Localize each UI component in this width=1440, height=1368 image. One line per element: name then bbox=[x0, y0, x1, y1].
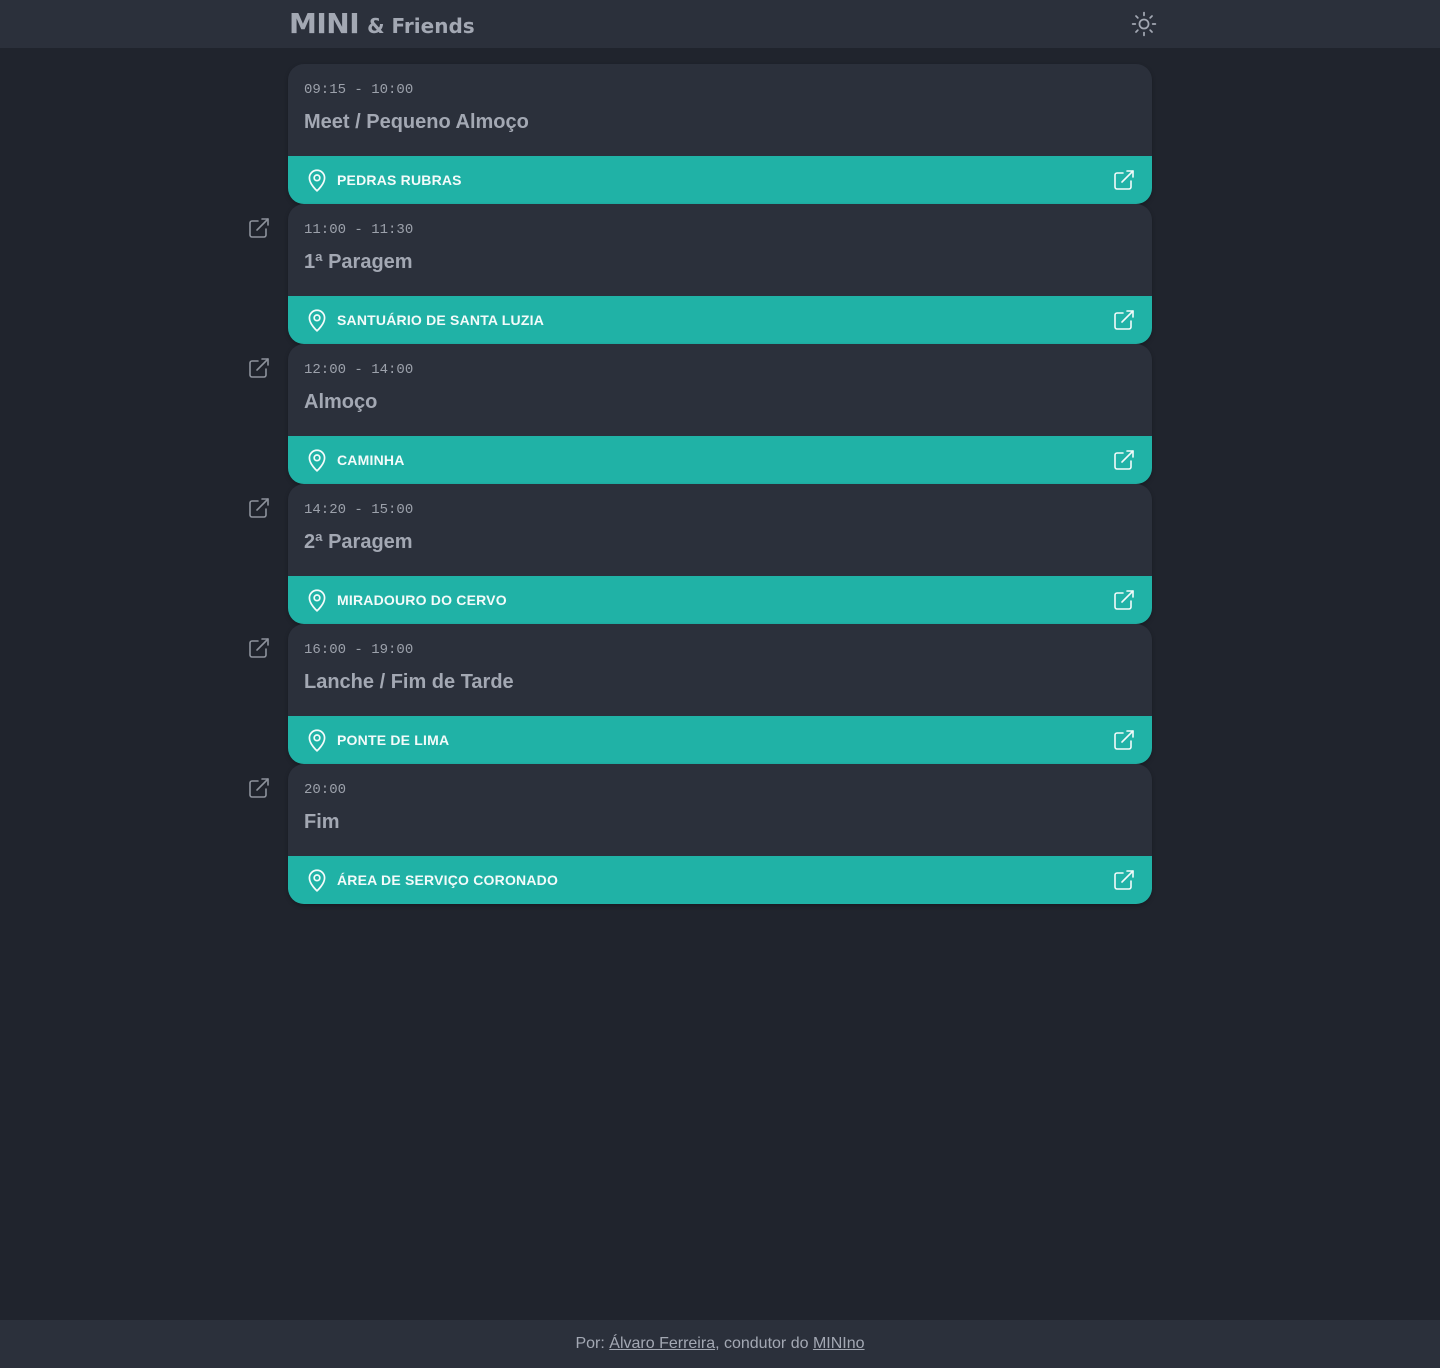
logo[interactable]: MINI & Friends bbox=[289, 6, 475, 42]
location-link[interactable]: MIRADOURO DO CERVO bbox=[288, 576, 1152, 624]
stop-title: Meet / Pequeno Almoço bbox=[304, 111, 529, 133]
logo-sub: & Friends bbox=[367, 14, 475, 38]
location-link[interactable]: PONTE DE LIMA bbox=[288, 716, 1152, 764]
external-link-icon bbox=[1112, 868, 1136, 892]
stop-time: 20:00 bbox=[304, 782, 347, 798]
stop-card: 20:00 Fim ÁREA DE SERVIÇO CORONADO bbox=[288, 764, 1152, 904]
map-pin-icon bbox=[304, 587, 330, 613]
location-link[interactable]: SANTUÁRIO DE SANTA LUZIA bbox=[288, 296, 1152, 344]
external-link-icon bbox=[247, 356, 271, 380]
logo-main: MINI bbox=[289, 7, 360, 40]
external-link-icon bbox=[1112, 728, 1136, 752]
stop-time: 11:00 - 11:30 bbox=[304, 222, 414, 238]
location-name: CAMINHA bbox=[337, 452, 405, 468]
location-link[interactable]: ÁREA DE SERVIÇO CORONADO bbox=[288, 856, 1152, 904]
stop-time: 09:15 - 10:00 bbox=[304, 82, 414, 98]
external-link-icon bbox=[247, 636, 271, 660]
map-pin-icon bbox=[304, 307, 330, 333]
map-pin-icon bbox=[304, 727, 330, 753]
stop-card: 16:00 - 19:00 Lanche / Fim de Tarde PONTE … bbox=[288, 624, 1152, 764]
stop-time: 16:00 - 19:00 bbox=[304, 642, 414, 658]
location-name: ÁREA DE SERVIÇO CORONADO bbox=[337, 872, 559, 888]
stop-time: 12:00 - 14:00 bbox=[304, 362, 414, 378]
footer: Por: Álvaro Ferreira, condutor do MINIno bbox=[0, 1320, 1440, 1368]
external-link-icon bbox=[1112, 448, 1136, 472]
location-name: PEDRAS RUBRAS bbox=[337, 172, 462, 188]
stop-card: 14:20 - 15:00 2ª Paragem MIRADOURO DO CERV… bbox=[288, 484, 1152, 624]
stop-title: Fim bbox=[304, 811, 340, 833]
map-pin-icon bbox=[304, 447, 330, 473]
location-name: PONTE DE LIMA bbox=[337, 732, 450, 748]
author-link[interactable]: Álvaro Ferreira bbox=[609, 1335, 715, 1352]
external-link-icon bbox=[1112, 168, 1136, 192]
location-link[interactable]: CAMINHA bbox=[288, 436, 1152, 484]
location-name: SANTUÁRIO DE SANTA LUZIA bbox=[337, 312, 545, 328]
stop-title: 2ª Paragem bbox=[304, 531, 413, 553]
app-header: MINI & Friends bbox=[0, 0, 1440, 48]
stop-card: 11:00 - 11:30 1ª Paragem SANTUÁRIO DE SANT… bbox=[288, 204, 1152, 344]
schedule: 09:15 - 10:00 Meet / Pequeno Almoço PEDRAS… bbox=[249, 64, 1152, 904]
map-pin-icon bbox=[304, 867, 330, 893]
stop-time: 14:20 - 15:00 bbox=[304, 502, 414, 518]
location-name: MIRADOURO DO CERVO bbox=[337, 592, 507, 608]
stop-title: 1ª Paragem bbox=[304, 251, 413, 273]
theme-toggle-button[interactable] bbox=[1131, 11, 1157, 37]
footer-prefix: Por: bbox=[575, 1335, 610, 1352]
external-link-icon bbox=[247, 496, 271, 520]
map-pin-icon bbox=[304, 167, 330, 193]
stop-title: Almoço bbox=[304, 391, 378, 413]
stop-card: 09:15 - 10:00 Meet / Pequeno Almoço PEDRAS… bbox=[288, 64, 1152, 204]
stop-title: Lanche / Fim de Tarde bbox=[304, 671, 514, 693]
footer-middle: , condutor do bbox=[715, 1335, 813, 1352]
stop-card: 12:00 - 14:00 Almoço CAMINHA bbox=[288, 344, 1152, 484]
external-link-icon bbox=[1112, 308, 1136, 332]
external-link-icon bbox=[1112, 588, 1136, 612]
external-link-icon bbox=[247, 216, 271, 240]
location-link[interactable]: PEDRAS RUBRAS bbox=[288, 156, 1152, 204]
sun-icon bbox=[1131, 11, 1157, 37]
external-link-icon bbox=[247, 776, 271, 800]
car-link[interactable]: MINIno bbox=[813, 1335, 865, 1352]
